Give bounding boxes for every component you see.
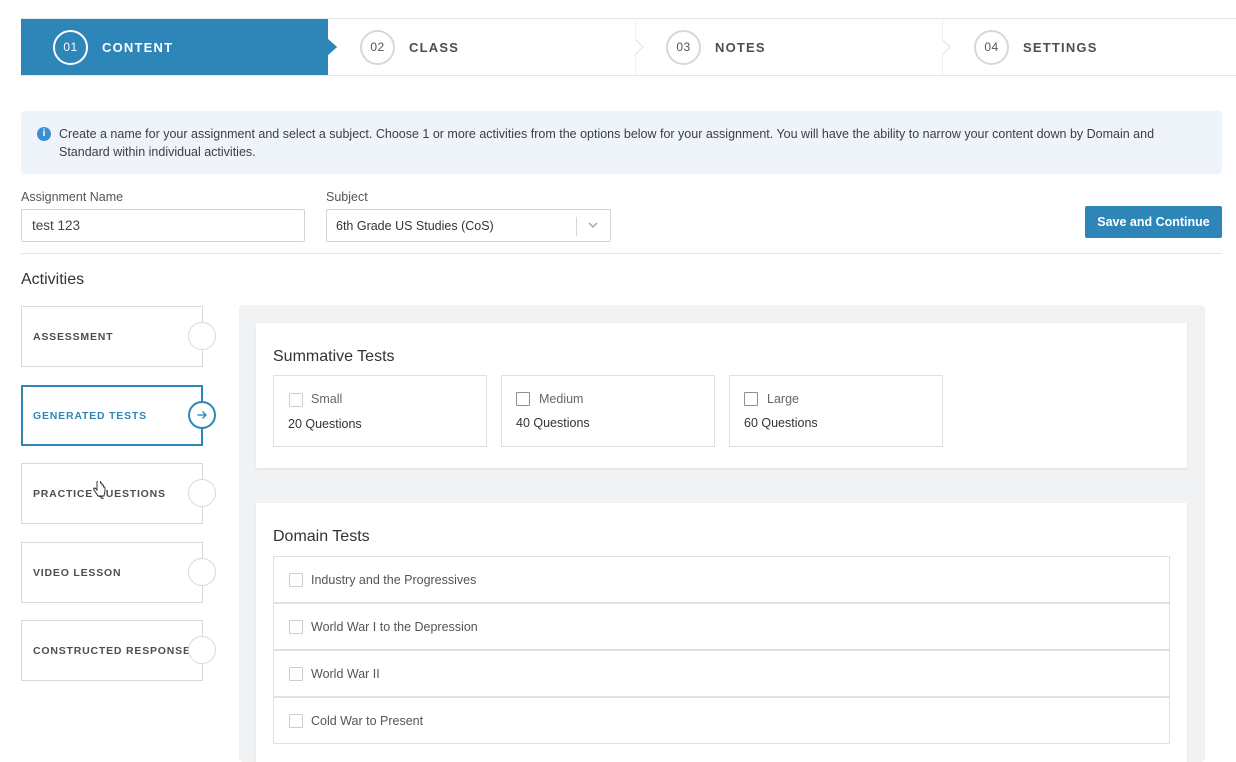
step-number: 04 bbox=[974, 29, 1009, 65]
subject-label: Subject bbox=[326, 190, 368, 204]
info-icon: i bbox=[37, 127, 51, 141]
save-and-continue-button[interactable]: Save and Continue bbox=[1085, 206, 1222, 238]
option-name: Medium bbox=[539, 392, 584, 406]
activity-toggle-circle[interactable] bbox=[188, 636, 216, 664]
option-count: 60 Questions bbox=[744, 416, 818, 430]
activity-generated-tests[interactable]: GENERATED TESTS bbox=[21, 385, 216, 446]
activity-toggle-circle[interactable] bbox=[188, 479, 216, 507]
step-number: 03 bbox=[666, 29, 701, 65]
step-number: 02 bbox=[360, 29, 395, 65]
activity-assessment[interactable]: ASSESSMENT bbox=[21, 306, 216, 367]
activity-label: GENERATED TESTS bbox=[33, 410, 147, 422]
domain-test-name: Cold War to Present bbox=[311, 714, 424, 728]
subject-select[interactable]: 6th Grade US Studies (CoS) bbox=[326, 209, 611, 242]
chevron-down-icon[interactable] bbox=[586, 218, 600, 232]
activity-label: ASSESSMENT bbox=[33, 331, 114, 343]
activity-practice-questions[interactable]: PRACTICE QUESTIONS bbox=[21, 463, 216, 524]
checkbox[interactable] bbox=[516, 392, 530, 406]
domain-tests-title: Domain Tests bbox=[273, 528, 370, 545]
domain-test-name: Industry and the Progressives bbox=[311, 573, 477, 587]
activity-toggle-circle[interactable] bbox=[188, 558, 216, 586]
step-label: NOTES bbox=[715, 39, 766, 55]
checkbox[interactable] bbox=[289, 714, 303, 728]
divider bbox=[21, 253, 1222, 254]
domain-test-row[interactable]: World War I to the Depression bbox=[273, 603, 1170, 650]
option-count: 40 Questions bbox=[516, 416, 590, 430]
info-banner: i Create a name for your assignment and … bbox=[21, 111, 1222, 174]
domain-test-name: World War II bbox=[311, 667, 380, 681]
step-label: CONTENT bbox=[102, 39, 174, 55]
progress-stepper: 01 CONTENT 02 CLASS 03 NOTES 04 SETTINGS bbox=[21, 18, 1236, 76]
activity-label: CONSTRUCTED RESPONSE bbox=[33, 645, 191, 657]
select-divider bbox=[576, 217, 577, 236]
activity-constructed-response[interactable]: CONSTRUCTED RESPONSE bbox=[21, 620, 216, 681]
summative-tests-title: Summative Tests bbox=[273, 348, 395, 365]
step-label: CLASS bbox=[409, 39, 460, 55]
domain-test-row[interactable]: World War II bbox=[273, 650, 1170, 697]
domain-test-row[interactable]: Industry and the Progressives bbox=[273, 556, 1170, 603]
summative-option-medium[interactable]: Medium 40 Questions bbox=[501, 375, 715, 447]
summative-option-large[interactable]: Large 60 Questions bbox=[729, 375, 943, 447]
assignment-name-input[interactable] bbox=[21, 209, 305, 242]
summative-option-small[interactable]: Small 20 Questions bbox=[273, 375, 487, 447]
checkbox[interactable] bbox=[289, 667, 303, 681]
hand-cursor-icon bbox=[93, 481, 106, 497]
step-content[interactable]: 01 CONTENT bbox=[21, 19, 328, 75]
checkbox[interactable] bbox=[744, 392, 758, 406]
step-notes[interactable]: 03 NOTES bbox=[635, 19, 942, 75]
activity-label: VIDEO LESSON bbox=[33, 567, 122, 579]
checkbox[interactable] bbox=[289, 620, 303, 634]
activity-toggle-circle[interactable] bbox=[188, 322, 216, 350]
assignment-name-label: Assignment Name bbox=[21, 190, 124, 204]
step-label: SETTINGS bbox=[1023, 39, 1098, 55]
option-count: 20 Questions bbox=[288, 417, 362, 431]
step-settings[interactable]: 04 SETTINGS bbox=[942, 19, 1236, 75]
checkbox[interactable] bbox=[289, 393, 303, 407]
step-class[interactable]: 02 CLASS bbox=[328, 19, 635, 75]
domain-test-name: World War I to the Depression bbox=[311, 620, 478, 634]
activity-toggle-circle[interactable] bbox=[188, 401, 216, 429]
arrow-right-icon bbox=[197, 411, 207, 419]
option-name: Large bbox=[767, 392, 799, 406]
checkbox[interactable] bbox=[289, 573, 303, 587]
activities-title: Activities bbox=[21, 271, 85, 288]
step-number: 01 bbox=[53, 29, 88, 65]
info-text: Create a name for your assignment and se… bbox=[59, 127, 1155, 159]
domain-test-row[interactable]: Cold War to Present bbox=[273, 697, 1170, 744]
activity-video-lesson[interactable]: VIDEO LESSON bbox=[21, 542, 216, 603]
subject-selected-value: 6th Grade US Studies (CoS) bbox=[336, 219, 494, 233]
option-name: Small bbox=[311, 392, 343, 406]
